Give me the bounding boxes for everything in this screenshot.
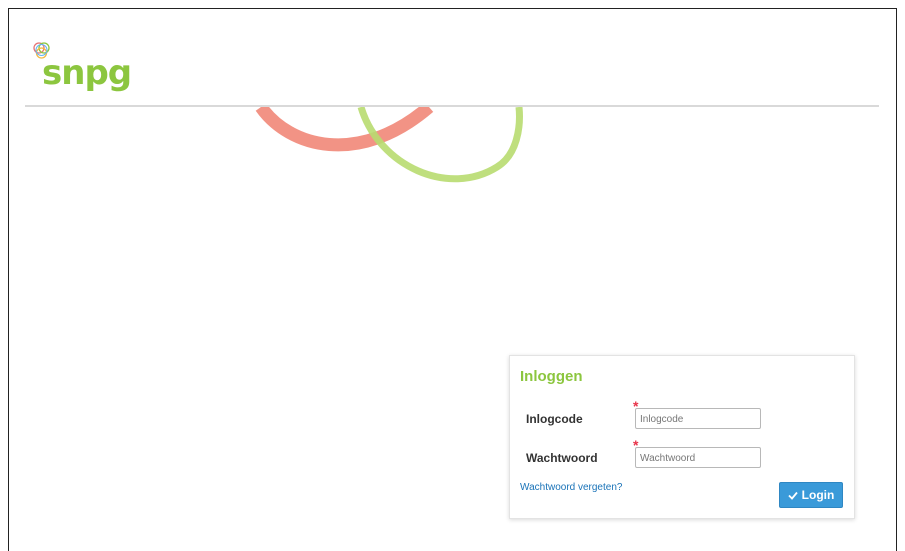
login-title: Inloggen (520, 368, 583, 385)
check-icon (788, 491, 798, 500)
browser-frame: snpg Inloggen Inlogcode * Wachtwoord * W… (8, 8, 897, 551)
password-label: Wachtwoord (526, 451, 598, 465)
login-button[interactable]: Login (779, 482, 843, 508)
username-input[interactable] (635, 408, 761, 429)
site-logo[interactable]: snpg (31, 39, 151, 99)
password-input[interactable] (635, 447, 761, 468)
login-button-label: Login (801, 488, 835, 502)
logo-text: snpg (42, 53, 132, 93)
site-header: snpg (9, 9, 896, 107)
forgot-password-link[interactable]: Wachtwoord vergeten? (520, 482, 622, 493)
decorative-swirl (255, 107, 523, 183)
login-panel: Inloggen Inlogcode * Wachtwoord * Wachtw… (509, 355, 855, 519)
username-label: Inlogcode (526, 412, 583, 426)
